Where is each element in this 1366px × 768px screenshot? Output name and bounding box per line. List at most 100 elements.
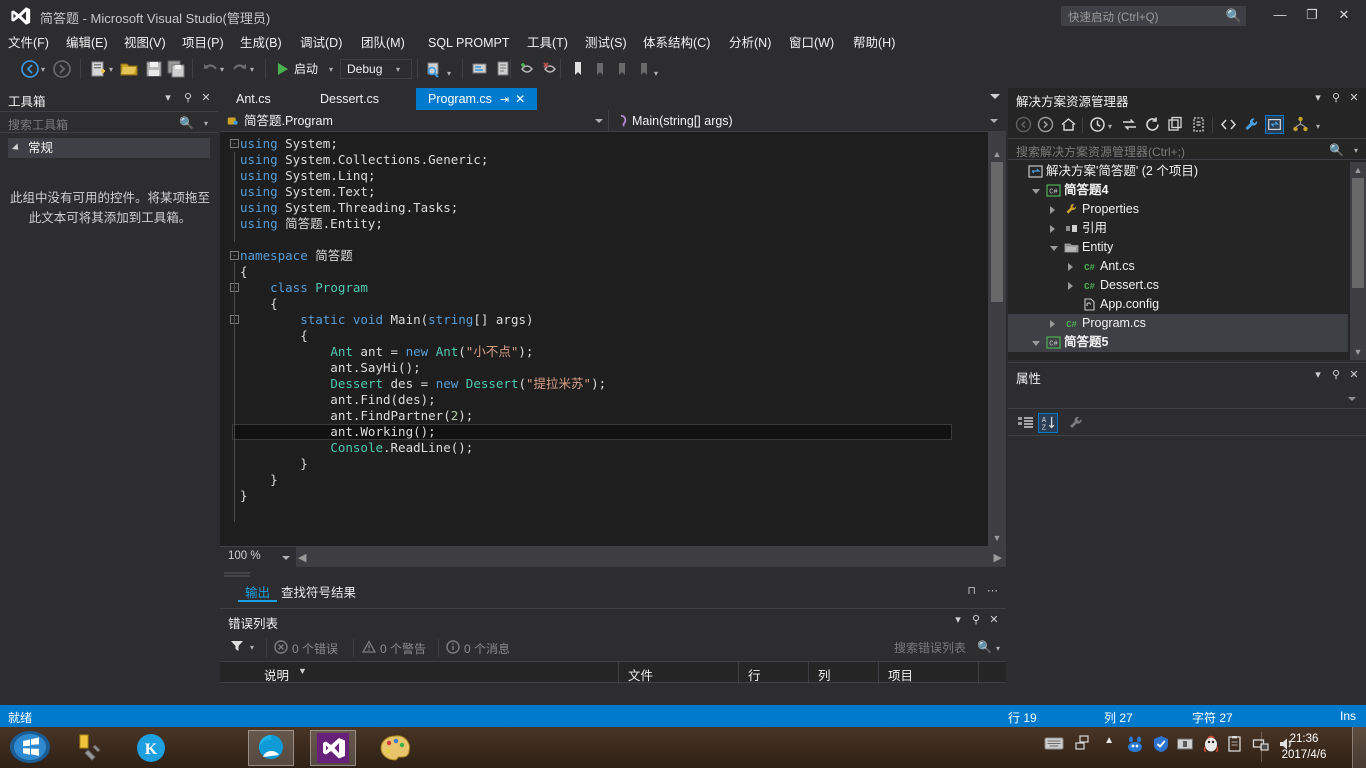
chevron-down-icon[interactable] — [990, 119, 998, 123]
find-in-files-icon[interactable] — [424, 59, 444, 79]
filter-dropdown-icon[interactable]: ▾ — [250, 643, 254, 652]
chevron-down-icon[interactable] — [595, 119, 603, 123]
navigate-forward-icon[interactable] — [1036, 115, 1055, 134]
chevron-down-icon[interactable]: ▾ — [204, 119, 208, 128]
pin-icon[interactable]: ⚲ — [968, 613, 984, 629]
menu-item[interactable]: 视图(V) — [124, 34, 166, 52]
clipboard-tray-icon[interactable] — [1226, 735, 1244, 756]
preview-selected-items-icon[interactable] — [1265, 115, 1284, 134]
menu-item[interactable]: 文件(F) — [8, 34, 49, 52]
menu-item[interactable]: 编辑(E) — [66, 34, 108, 52]
fold-collapse-icon[interactable]: - — [230, 139, 239, 148]
properties-wrench-icon[interactable] — [1066, 413, 1086, 433]
solution-tree-node[interactable]: 引用 — [1008, 219, 1348, 238]
pending-changes-icon[interactable] — [1088, 115, 1107, 134]
more-options-icon[interactable]: ⋯ — [987, 584, 998, 597]
zoom-level-value[interactable]: 100 % — [228, 550, 261, 562]
toolbar-overflow-icon[interactable]: ▾ — [1316, 122, 1320, 131]
menu-item[interactable]: 项目(P) — [182, 34, 224, 52]
close-icon[interactable]: ✕ — [1346, 368, 1362, 384]
scroll-up-icon[interactable]: ▲ — [988, 146, 1006, 162]
open-file-icon[interactable] — [119, 59, 139, 79]
scrollbar-thumb[interactable] — [991, 162, 1003, 302]
chevron-down-icon[interactable] — [282, 556, 290, 560]
remove-bookmark-icon[interactable] — [540, 59, 560, 79]
properties-wrench-icon[interactable] — [1242, 115, 1261, 134]
categorized-icon[interactable] — [1016, 413, 1036, 433]
properties-object-combo[interactable] — [1008, 387, 1366, 409]
collapse-all-icon[interactable] — [1166, 115, 1185, 134]
minimize-button[interactable]: — — [1266, 4, 1294, 26]
solution-tree-node[interactable]: C# Dessert.cs — [1008, 276, 1348, 295]
start-dropdown[interactable]: ▾ — [329, 65, 333, 74]
search-icon[interactable]: 🔍 — [179, 116, 194, 130]
show-desktop-button[interactable] — [1352, 727, 1366, 768]
solution-tree-node[interactable]: Entity — [1008, 238, 1348, 257]
solution-tree-node[interactable]: C# Ant.cs — [1008, 257, 1348, 276]
refresh-icon[interactable] — [1143, 115, 1162, 134]
chevron-down-icon[interactable]: ▾ — [950, 613, 966, 629]
menu-item[interactable]: 团队(M) — [361, 34, 405, 52]
menu-item[interactable]: 窗口(W) — [789, 34, 834, 52]
expander-closed-icon[interactable] — [1050, 206, 1055, 214]
close-icon[interactable]: ✕ — [986, 613, 1002, 629]
warning-count-label[interactable]: 0 个警告 — [380, 640, 426, 657]
alphabetical-sort-icon[interactable]: A Z — [1038, 413, 1058, 433]
chevron-down-icon[interactable] — [1348, 397, 1356, 401]
dock-grip-icon[interactable] — [224, 572, 250, 578]
error-count-label[interactable]: 0 个错误 — [292, 640, 338, 657]
close-icon[interactable]: ✕ — [198, 91, 214, 107]
expander-open-icon[interactable] — [1032, 189, 1040, 194]
scroll-down-icon[interactable]: ▼ — [1350, 344, 1366, 360]
type-navigation-combo[interactable]: 简答题.Program — [244, 110, 333, 132]
code-editor[interactable]: using System; using System.Collections.Ge… — [220, 132, 1006, 546]
toolbar-overflow-icon[interactable]: ▾ — [654, 69, 658, 78]
code-text[interactable]: using System; using System.Collections.Ge… — [232, 136, 980, 504]
solution-tree-node[interactable]: 解决方案'简答题' (2 个项目) — [1008, 162, 1348, 181]
bookmark-icon[interactable] — [568, 59, 588, 79]
save-all-icon[interactable] — [166, 59, 186, 79]
menu-item[interactable]: 生成(B) — [240, 34, 282, 52]
column-separator[interactable] — [618, 662, 619, 684]
menu-item[interactable]: SQL PROMPT — [428, 34, 510, 52]
toolbox-search-input[interactable]: 搜索工具箱 🔍 ▾ — [0, 111, 218, 133]
pin-icon[interactable]: ⚲ — [180, 91, 196, 107]
close-icon[interactable]: ✕ — [1346, 91, 1362, 107]
new-project-dropdown[interactable]: ▾ — [109, 65, 113, 74]
search-dropdown-icon[interactable]: ▾ — [996, 644, 1000, 653]
chevron-down-icon[interactable]: ▾ — [160, 91, 176, 107]
column-separator[interactable] — [878, 662, 879, 684]
scroll-left-icon[interactable]: ◀ — [298, 551, 306, 564]
expander-open-icon[interactable] — [1032, 341, 1040, 346]
navigate-back-icon[interactable] — [20, 59, 40, 79]
pin-icon[interactable]: ⚲ — [1328, 368, 1344, 384]
menu-item[interactable]: 工具(T) — [527, 34, 568, 52]
undo-dropdown[interactable]: ▾ — [220, 65, 224, 74]
scroll-down-icon[interactable]: ▼ — [988, 530, 1006, 546]
pin-icon[interactable]: ⚲ — [1328, 91, 1344, 107]
clear-bookmarks-icon[interactable] — [634, 59, 654, 79]
filter-icon[interactable] — [230, 639, 244, 653]
display-tray-icon[interactable] — [1176, 735, 1194, 756]
member-navigation-combo[interactable]: Main(string[] args) — [632, 110, 733, 132]
visual-studio-icon[interactable] — [310, 730, 356, 766]
show-hidden-icons-icon[interactable]: ▲ — [1104, 735, 1114, 746]
editor-tab[interactable]: Ant.cs — [224, 88, 283, 110]
chevron-down-icon[interactable]: ▾ — [1310, 368, 1326, 384]
chevron-down-icon[interactable]: ▾ — [1108, 122, 1112, 131]
fold-collapse-icon[interactable]: - — [230, 251, 239, 260]
solution-tree[interactable]: 解决方案'简答题' (2 个项目) C# 简答题4 Properties 引用 Entit… — [1008, 162, 1366, 360]
solution-tree-node[interactable]: C# 简答题5 — [1008, 333, 1348, 352]
expander-closed-icon[interactable] — [1068, 263, 1073, 271]
error-list-column-header[interactable]: 行 — [748, 665, 761, 684]
scrollbar-thumb[interactable] — [1352, 178, 1364, 288]
qq-tray-icon[interactable] — [1202, 735, 1220, 756]
close-icon[interactable]: ✕ — [515, 92, 525, 106]
editor-vertical-scrollbar[interactable]: ▲ ▼ — [988, 132, 1006, 546]
error-list-column-header[interactable]: 项目 — [888, 665, 913, 684]
show-all-files-icon[interactable] — [1189, 115, 1208, 134]
expander-open-icon[interactable] — [1050, 246, 1058, 251]
column-separator[interactable] — [978, 662, 979, 684]
editor-tab[interactable]: Dessert.cs — [308, 88, 391, 110]
start-debug-icon[interactable] — [272, 59, 292, 79]
